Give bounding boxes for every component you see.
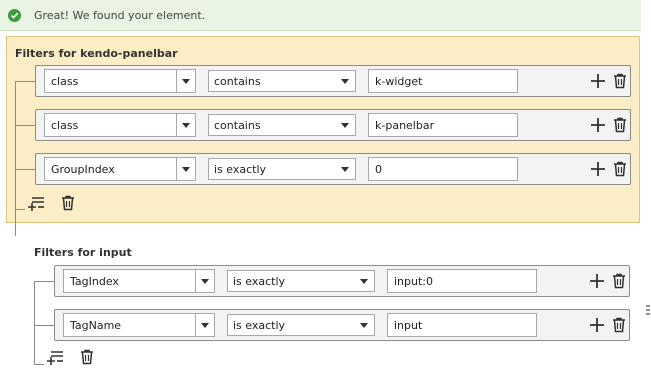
tree-connector [15,125,35,126]
operator-value: is exactly [233,275,286,288]
add-filter-button[interactable] [589,273,605,289]
tree-connector [34,364,44,365]
chevron-down-icon [360,279,368,284]
attribute-combobox[interactable]: GroupIndex [44,157,196,181]
trash-icon [614,117,626,133]
attribute-combobox[interactable]: TagIndex [63,269,215,293]
group-title: Filters for kendo-panelbar [15,47,178,60]
filter-row: TagIndex is exactly [54,265,630,297]
operator-select[interactable]: is exactly [208,158,356,180]
attribute-value: class [51,75,79,88]
tree-connector [15,81,16,239]
operator-select[interactable]: is exactly [227,314,375,336]
value-input[interactable] [368,113,518,137]
chevron-down-icon [201,279,209,284]
attribute-value: TagName [70,319,122,332]
plus-icon [591,162,605,176]
chevron-down-icon [201,323,209,328]
tree-connector [34,281,54,282]
operator-select[interactable]: is exactly [227,270,375,292]
resize-handle[interactable] [645,303,651,319]
value-input[interactable] [387,313,537,337]
operator-value: is exactly [214,163,267,176]
chevron-down-icon [182,123,190,128]
filter-row: TagName is exactly [54,309,630,341]
plus-icon [590,318,604,332]
trash-icon [614,73,626,89]
chevron-down-icon [341,167,349,172]
filter-group-kendo-panelbar: Filters for kendo-panelbar class contain… [6,36,640,239]
delete-filter-button[interactable] [611,273,627,289]
trash-icon [81,349,93,365]
chevron-down-icon [182,167,190,172]
attribute-combobox[interactable]: class [44,69,196,93]
add-filter-button[interactable] [590,161,606,177]
trash-icon [613,273,625,289]
value-input[interactable] [387,269,537,293]
attribute-combobox[interactable]: class [44,113,196,137]
operator-value: is exactly [233,319,286,332]
add-filter-button[interactable] [590,117,606,133]
filter-row: GroupIndex is exactly [35,153,631,185]
attribute-dropdown-button[interactable] [195,314,214,336]
check-circle-icon [8,9,21,22]
success-banner: Great! We found your element. [0,0,641,31]
add-filter-button[interactable] [590,73,606,89]
success-message: Great! We found your element. [34,9,206,22]
attribute-combobox[interactable]: TagName [63,313,215,337]
plus-icon [591,74,605,88]
chevron-down-icon [341,79,349,84]
operator-value: contains [214,119,261,132]
operator-select[interactable]: contains [208,70,356,92]
trash-icon [613,317,625,333]
add-filter-icon [47,351,63,365]
tree-connector [15,81,35,82]
trash-icon [614,161,626,177]
attribute-dropdown-button[interactable] [176,158,195,180]
value-input[interactable] [368,69,518,93]
attribute-value: GroupIndex [51,163,115,176]
add-filter-icon [28,197,44,211]
filter-row: class contains [35,65,631,97]
trash-icon [62,195,74,211]
attribute-value: TagIndex [70,275,119,288]
attribute-dropdown-button[interactable] [176,114,195,136]
add-filter-button[interactable] [589,317,605,333]
delete-filter-button[interactable] [611,317,627,333]
value-input[interactable] [368,157,518,181]
filter-row: class contains [35,109,631,141]
tree-connector [34,281,35,364]
tree-connector [15,209,25,210]
attribute-value: class [51,119,79,132]
attribute-dropdown-button[interactable] [176,70,195,92]
operator-value: contains [214,75,261,88]
delete-group-button[interactable] [60,195,76,211]
chevron-down-icon [360,323,368,328]
plus-icon [590,274,604,288]
delete-filter-button[interactable] [612,117,628,133]
add-filter-group-button[interactable] [46,349,63,365]
filter-group-input: Filters for input TagIndex is exactly Ta… [6,236,640,375]
delete-filter-button[interactable] [612,161,628,177]
delete-filter-button[interactable] [612,73,628,89]
add-filter-group-button[interactable] [27,195,44,211]
chevron-down-icon [182,79,190,84]
tree-connector [34,325,54,326]
delete-group-button[interactable] [79,349,95,365]
tree-connector [15,169,35,170]
attribute-dropdown-button[interactable] [195,270,214,292]
plus-icon [591,118,605,132]
operator-select[interactable]: contains [208,114,356,136]
chevron-down-icon [341,123,349,128]
group-title: Filters for input [34,246,132,259]
